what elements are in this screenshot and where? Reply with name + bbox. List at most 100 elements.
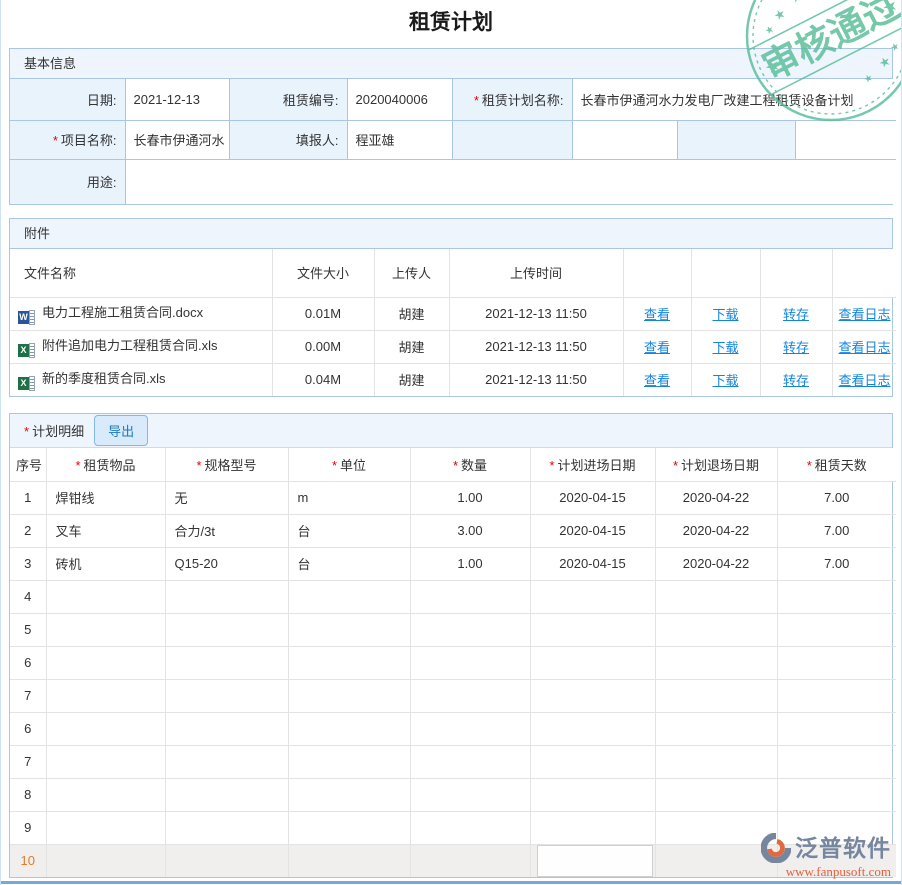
attachments-table: 文件名称文件大小上传人上传时间 W电力工程施工租赁合同.docx0.01M胡建2… (10, 249, 896, 396)
plan-cell-spec: 合力/3t (165, 514, 288, 547)
download-link[interactable]: 下载 (712, 373, 738, 388)
plan-cell-unit (288, 679, 410, 712)
file-action-cell: 查看日志 (832, 330, 896, 363)
plan-cell-in_date (530, 679, 655, 712)
attachment-row: W电力工程施工租赁合同.docx0.01M胡建2021-12-13 11:50查… (10, 297, 896, 330)
plan-cell-out_date (655, 745, 777, 778)
plan-cell-no: 1 (10, 481, 46, 514)
plan-cell-qty (410, 646, 530, 679)
plan-cell-in_date (530, 778, 655, 811)
plan-column-header: *租赁物品 (46, 448, 165, 481)
plan-cell-item (46, 646, 165, 679)
plan-cell-in_date: 2020-04-15 (530, 514, 655, 547)
view-log-link[interactable]: 查看日志 (839, 307, 891, 322)
plan-cell-qty (410, 580, 530, 613)
transfer-link[interactable]: 转存 (783, 340, 809, 355)
attachments-title: 附件 (24, 226, 50, 241)
plan-cell-unit (288, 580, 410, 613)
plan-cell-spec (165, 679, 288, 712)
transfer-link[interactable]: 转存 (783, 307, 809, 322)
plan-cell-item (46, 712, 165, 745)
plan-cell-no: 3 (10, 547, 46, 580)
file-name: 新的季度租赁合同.xls (42, 371, 166, 386)
vendor-website: www.fanpusoft.com (786, 865, 891, 878)
plan-cell-qty: 1.00 (410, 547, 530, 580)
plan-cell-spec (165, 712, 288, 745)
transfer-link[interactable]: 转存 (783, 373, 809, 388)
file-uploader: 胡建 (374, 330, 449, 363)
plan-cell-out_date: 2020-04-22 (655, 514, 777, 547)
field-label: 填报人: (229, 120, 347, 159)
plan-details-title: 计划明细 (32, 424, 84, 439)
export-button[interactable]: 导出 (94, 415, 148, 446)
plan-cell-unit (288, 613, 410, 646)
plan-cell-in_date (530, 844, 655, 877)
view-log-link[interactable]: 查看日志 (839, 340, 891, 355)
plan-cell-out_date (655, 712, 777, 745)
view-log-link[interactable]: 查看日志 (839, 373, 891, 388)
plan-cell-days: 7.00 (777, 514, 896, 547)
vendor-name: 泛普软件 (795, 837, 891, 860)
plan-cell-out_date (655, 646, 777, 679)
attachments-column-header (832, 249, 896, 297)
plan-cell-qty: 3.00 (410, 514, 530, 547)
file-action-cell: 查看日志 (832, 363, 896, 396)
view-link[interactable]: 查看 (644, 307, 670, 322)
plan-cell-spec: 无 (165, 481, 288, 514)
plan-cell-days: 7.00 (777, 481, 896, 514)
plan-cell-in_date: 2020-04-15 (530, 481, 655, 514)
plan-cell-item (46, 580, 165, 613)
plan-cell-no: 6 (10, 712, 46, 745)
plan-cell-out_date (655, 613, 777, 646)
plan-cell-spec (165, 778, 288, 811)
plan-row: 1焊钳线无m1.002020-04-152020-04-227.00 (10, 481, 896, 514)
plan-row: 6 (10, 712, 896, 745)
field-value: 2020040006 (347, 79, 452, 120)
plan-cell-no: 9 (10, 811, 46, 844)
field-label (452, 120, 572, 159)
basic-info-header: 基本信息 (10, 49, 892, 79)
plan-cell-no: 7 (10, 745, 46, 778)
plan-details-table: 序号*租赁物品*规格型号*单位*数量*计划进场日期*计划退场日期*租赁天数 1焊… (10, 448, 896, 877)
plan-cell-unit (288, 811, 410, 844)
plan-cell-qty (410, 778, 530, 811)
file-action-cell: 下载 (691, 297, 760, 330)
plan-row: 5 (10, 613, 896, 646)
plan-row: 8 (10, 778, 896, 811)
plan-cell-out_date (655, 844, 777, 877)
excel-file-icon: X (18, 343, 35, 358)
basic-info-row: 用途: (10, 159, 896, 204)
file-action-cell: 下载 (691, 330, 760, 363)
plan-cell-in_date: 2020-04-15 (530, 547, 655, 580)
plan-cell-item (46, 613, 165, 646)
view-link[interactable]: 查看 (644, 373, 670, 388)
word-file-icon: W (18, 310, 35, 325)
file-name-cell: W 电力工程施工租赁合同.docx (10, 297, 272, 330)
page: 租赁计划 审核通过 ★ ★ ★ ★ ★ ★ ★ ★ (0, 0, 902, 885)
plan-cell-spec (165, 580, 288, 613)
plan-column-header: *计划退场日期 (655, 448, 777, 481)
attachments-column-header (691, 249, 760, 297)
file-action-cell: 查看 (623, 297, 691, 330)
attachments-header: 附件 (10, 219, 892, 249)
plan-cell-no: 7 (10, 679, 46, 712)
vendor-logo: 泛普软件 www.fanpusoft.com (761, 833, 891, 878)
file-name: 电力工程施工租赁合同.docx (42, 305, 203, 320)
download-link[interactable]: 下载 (712, 340, 738, 355)
view-link[interactable]: 查看 (644, 340, 670, 355)
file-upload-time: 2021-12-13 11:50 (449, 330, 623, 363)
bottom-scroll-bar[interactable] (1, 881, 901, 884)
date-input[interactable] (537, 845, 653, 877)
plan-cell-item: 叉车 (46, 514, 165, 547)
field-label: 用途: (10, 159, 125, 204)
download-link[interactable]: 下载 (712, 307, 738, 322)
attachments-column-header (623, 249, 691, 297)
field-value: 2021-12-13 (125, 79, 229, 120)
plan-cell-no: 4 (10, 580, 46, 613)
required-asterisk: * (53, 133, 58, 148)
required-asterisk: * (807, 458, 812, 473)
plan-cell-spec: Q15-20 (165, 547, 288, 580)
plan-cell-out_date (655, 778, 777, 811)
plan-cell-qty (410, 811, 530, 844)
plan-cell-days (777, 613, 896, 646)
